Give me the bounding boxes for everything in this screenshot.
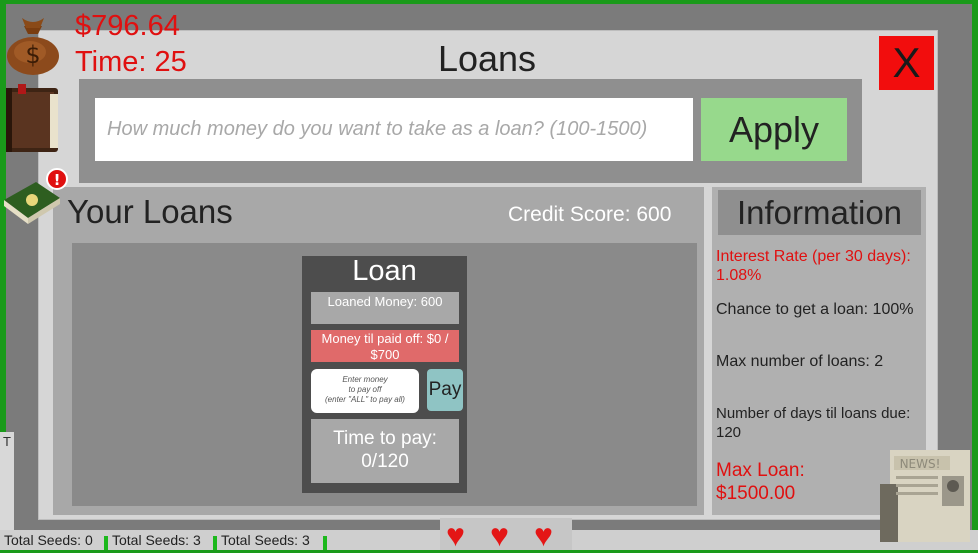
- ledger-book-icon[interactable]: [4, 84, 62, 156]
- loan-amount-input[interactable]: [95, 98, 693, 161]
- apply-button[interactable]: Apply: [701, 98, 847, 161]
- information-title: Information: [736, 194, 903, 231]
- heart-icon: ♥: [534, 517, 553, 553]
- seed-bar-2: [213, 536, 217, 550]
- pay-input-hint-2: to pay off: [348, 385, 382, 394]
- svg-text:$: $: [25, 41, 40, 69]
- heart-icon: ♥: [446, 517, 465, 553]
- credit-score: Credit Score: 600: [508, 203, 672, 226]
- pay-button[interactable]: Pay: [427, 369, 463, 411]
- pay-input-hint-3: (enter "ALL" to pay all): [325, 395, 405, 404]
- alert-badge-icon: !: [46, 168, 68, 190]
- time-to-pay: Time to pay: 0/120: [311, 419, 459, 483]
- max-number-of-loans: Max number of loans: 2: [716, 353, 884, 370]
- seed-bar-1: [104, 536, 108, 550]
- loan-chance: Chance to get a loan: 100%: [716, 301, 914, 318]
- money-til-paid-off: Money til paid off: $0 / $700: [311, 330, 459, 362]
- money-bag-icon[interactable]: $: [4, 12, 62, 76]
- heart-icon: ♥: [490, 517, 509, 553]
- news-label: NEWS!: [900, 457, 941, 471]
- time-to-pay-value: 0/120: [361, 451, 409, 472]
- seed-counter-2: Total Seeds: 3: [112, 532, 201, 548]
- pay-input-hint-1: Enter money: [342, 375, 388, 384]
- alert-badge-text: !: [54, 171, 61, 189]
- close-button[interactable]: X: [879, 36, 934, 90]
- your-loans-title: Your Loans: [67, 193, 233, 230]
- loaned-money: Loaned Money: 600: [311, 292, 459, 324]
- seed-counter-3: Total Seeds: 3: [221, 532, 310, 548]
- days-til-loans-due: Number of days til loans due: 120: [716, 405, 911, 441]
- money-counter: $796.64: [75, 10, 180, 42]
- seed-counter-1: Total Seeds: 0: [4, 532, 93, 548]
- left-edge-letter: T: [3, 434, 11, 449]
- left-edge-panel: T: [0, 432, 14, 530]
- newspaper-icon[interactable]: NEWS!: [880, 446, 972, 544]
- time-to-pay-label: Time to pay:: [333, 428, 437, 449]
- loan-card-title: Loan: [352, 255, 417, 287]
- interest-rate: Interest Rate (per 30 days): 1.08%: [716, 248, 911, 284]
- pay-amount-input[interactable]: Enter money to pay off (enter "ALL" to p…: [311, 369, 419, 413]
- time-counter: Time: 25: [75, 46, 187, 78]
- seed-bar-3: [323, 536, 327, 550]
